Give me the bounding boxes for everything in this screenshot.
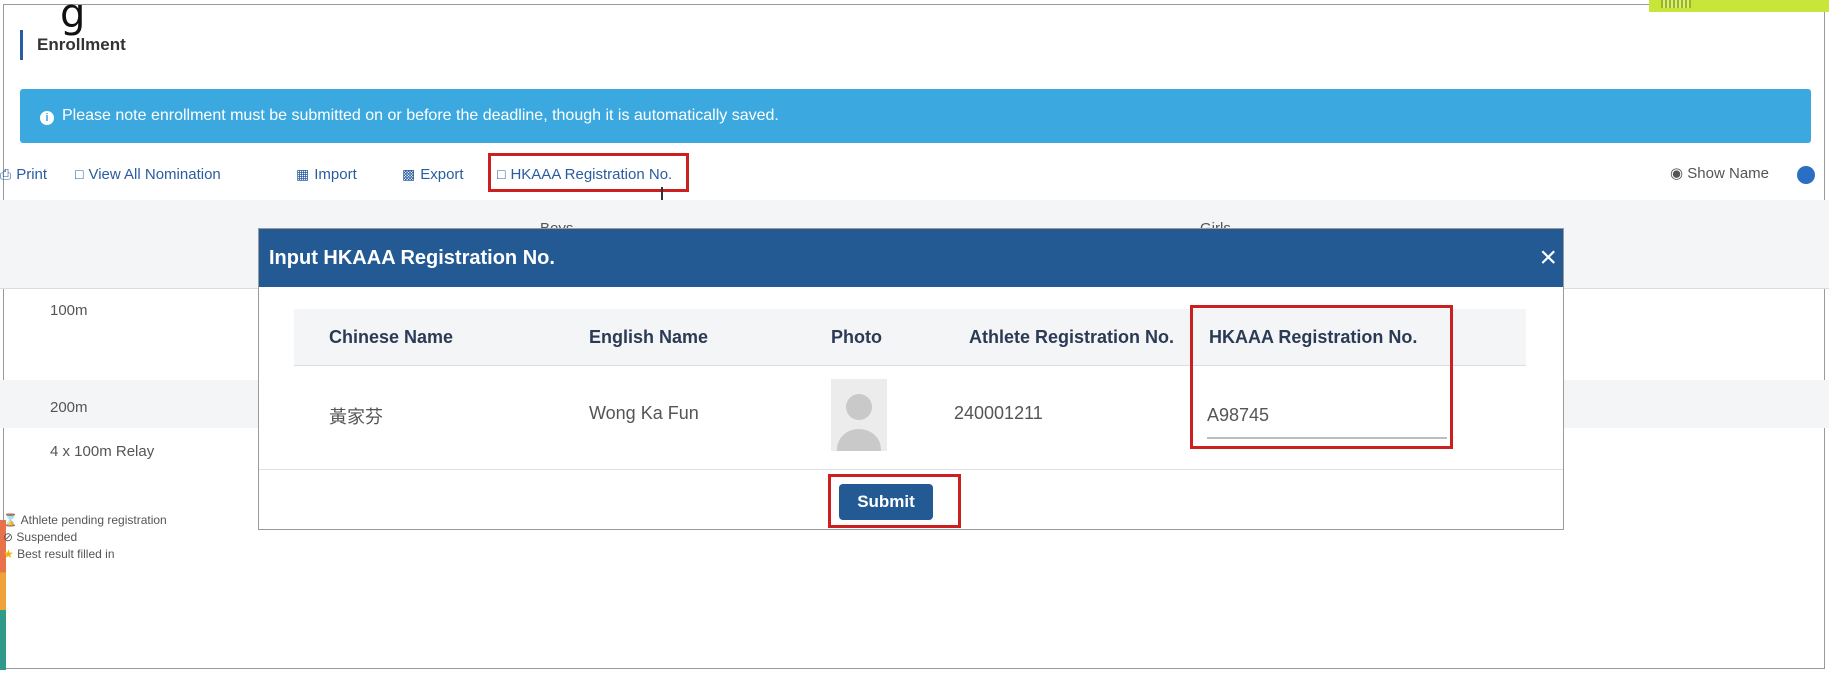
highlight-box-toolbar bbox=[488, 153, 689, 192]
page-title: Enrollment bbox=[20, 30, 126, 60]
highlight-box-submit bbox=[828, 474, 961, 528]
export-button[interactable]: ▩ Export bbox=[402, 160, 464, 189]
view-all-label: View All Nomination bbox=[88, 166, 221, 183]
close-icon[interactable]: × bbox=[1539, 229, 1557, 287]
hourglass-icon: ⌛ bbox=[3, 513, 18, 527]
avatar bbox=[831, 379, 887, 451]
printer-icon: ⎙ bbox=[0, 166, 12, 182]
column-header: Chinese Name bbox=[329, 327, 454, 347]
event-label: 200m bbox=[50, 399, 88, 416]
corner-pattern bbox=[1661, 0, 1691, 8]
column-header: Photo bbox=[831, 327, 882, 347]
legend-pending-label: Athlete pending registration bbox=[20, 513, 167, 527]
legend-best: ★ Best result filled in bbox=[3, 546, 167, 563]
alert-text: Please note enrollment must be submitted… bbox=[62, 107, 779, 124]
import-button[interactable]: ▦ Import bbox=[296, 160, 357, 189]
document-icon: □ bbox=[75, 166, 84, 182]
legend-suspended: ⊘ Suspended bbox=[3, 529, 167, 546]
export-label: Export bbox=[420, 166, 464, 183]
athlete-registration-cell: 240001211 bbox=[954, 403, 1043, 423]
clipped-heading-text: g bbox=[60, 0, 86, 37]
info-icon: i bbox=[40, 111, 54, 125]
highlight-box-input bbox=[1190, 305, 1453, 449]
event-label: 100m bbox=[50, 302, 88, 319]
english-name-cell: Wong Ka Fun bbox=[589, 403, 699, 423]
export-icon: ▩ bbox=[402, 166, 416, 182]
modal-header: Input HKAAA Registration No. × bbox=[259, 229, 1563, 287]
print-button[interactable]: ⎙ Print bbox=[0, 160, 47, 189]
import-icon: ▦ bbox=[296, 166, 310, 182]
show-name-toggle-label[interactable]: ◉ Show Name bbox=[1670, 160, 1769, 188]
print-label: Print bbox=[16, 166, 48, 183]
star-icon: ★ bbox=[3, 547, 14, 561]
deadline-alert: i Please note enrollment must be submitte… bbox=[20, 89, 1811, 143]
column-header: English Name bbox=[589, 327, 709, 347]
show-name-label: Show Name bbox=[1687, 165, 1769, 182]
event-label: 4 x 100m Relay bbox=[50, 443, 155, 460]
status-legend: ⌛ Athlete pending registration ⊘ Suspend… bbox=[3, 512, 167, 563]
legend-suspended-label: Suspended bbox=[16, 530, 78, 544]
show-name-toggle[interactable] bbox=[1797, 166, 1815, 184]
user-circle-icon: ◉ bbox=[1670, 165, 1684, 182]
import-label: Import bbox=[314, 166, 357, 183]
view-all-nomination-button[interactable]: □ View All Nomination bbox=[75, 160, 221, 189]
chinese-name-cell: 黃家芬 bbox=[329, 407, 383, 427]
legend-best-label: Best result filled in bbox=[17, 547, 115, 561]
column-header: Athlete Registration No. bbox=[969, 327, 1175, 347]
legend-pending: ⌛ Athlete pending registration bbox=[3, 512, 167, 529]
toolbar: ⎙ Print □ View All Nomination ▦ Import ▩ Exp… bbox=[0, 160, 1829, 188]
avatar-body bbox=[837, 429, 881, 451]
modal-title: Input HKAAA Registration No. bbox=[269, 247, 555, 269]
ban-icon: ⊘ bbox=[3, 530, 14, 544]
modal-footer-divider bbox=[259, 469, 1563, 470]
avatar-head bbox=[846, 394, 872, 420]
